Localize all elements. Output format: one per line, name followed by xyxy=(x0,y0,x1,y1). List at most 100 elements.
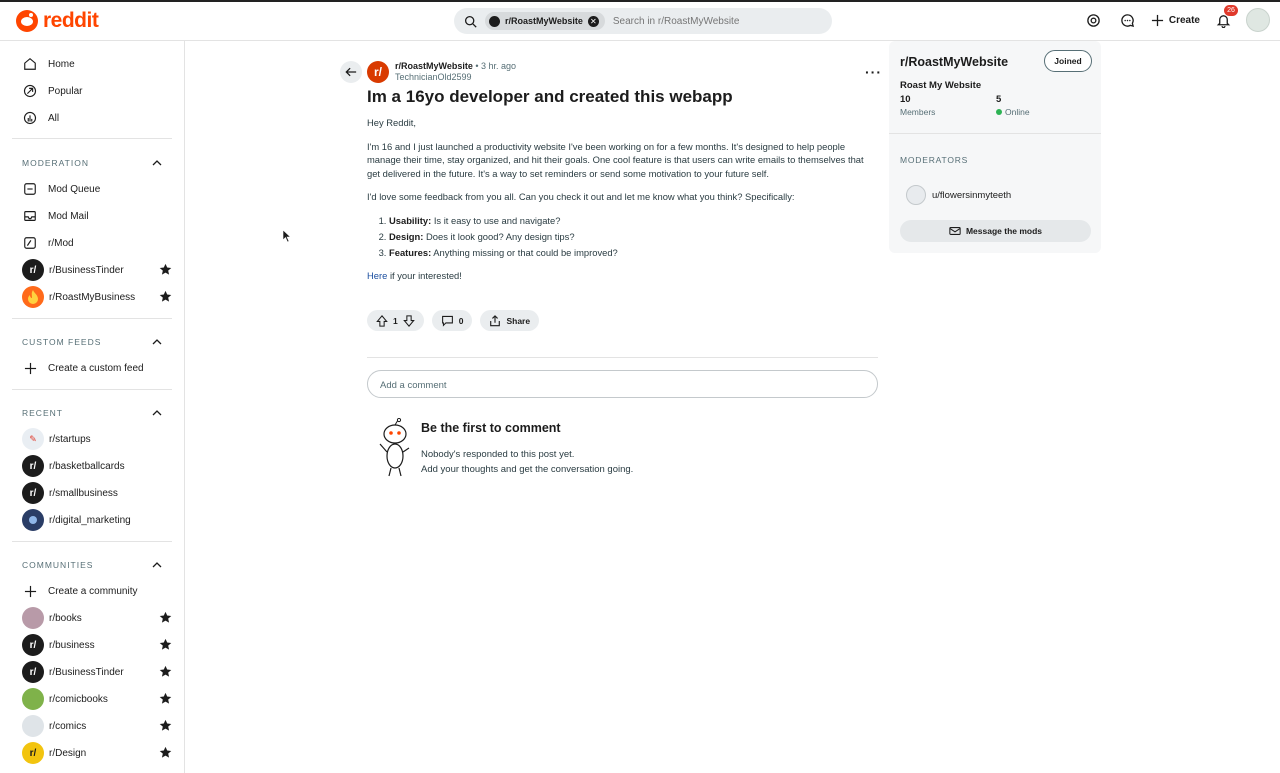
community-avatar: r/ xyxy=(22,742,44,764)
post-title: Im a 16yo developer and created this web… xyxy=(367,87,733,106)
sidebar-item-label: r/smallbusiness xyxy=(49,487,118,499)
upvote-icon[interactable] xyxy=(376,314,388,327)
post-options-icon[interactable]: ··· xyxy=(865,64,882,80)
remove-scope-icon[interactable]: ✕ xyxy=(587,15,599,27)
section-title: COMMUNITIES xyxy=(22,560,94,570)
post-closing: Here if your interested! xyxy=(367,270,462,282)
subreddit-chip-icon xyxy=(489,15,500,27)
create-community-button[interactable]: Create a community xyxy=(22,579,172,603)
star-icon[interactable] xyxy=(159,263,172,276)
recent-section-header[interactable]: RECENT xyxy=(22,408,162,418)
user-avatar[interactable] xyxy=(1246,8,1270,32)
sidebar-item-digital-marketing[interactable]: r/digital_marketing xyxy=(22,508,172,532)
sidebar-item-all[interactable]: All xyxy=(22,106,172,130)
star-icon[interactable] xyxy=(159,665,172,678)
star-icon[interactable] xyxy=(159,638,172,651)
sidebar-item-label: Home xyxy=(48,58,75,70)
community-avatar xyxy=(22,286,44,308)
search-input[interactable]: Search in r/RoastMyWebsite xyxy=(613,16,740,27)
post-subreddit-link[interactable]: r/RoastMyWebsite xyxy=(395,61,473,71)
members-count: 10 xyxy=(900,94,911,105)
communities-section-header[interactable]: COMMUNITIES xyxy=(22,560,162,570)
plus-icon xyxy=(22,583,38,599)
comments-button[interactable]: 0 xyxy=(431,310,473,331)
plus-icon xyxy=(1151,14,1163,26)
list-item: Design: Does it look good? Any design ti… xyxy=(389,230,877,244)
sidebar-item-mod-mail[interactable]: Mod Mail xyxy=(22,204,172,228)
moderation-section-header[interactable]: MODERATION xyxy=(22,158,162,168)
header-actions: Create 26 xyxy=(1083,5,1270,32)
post-greeting: Hey Reddit, xyxy=(367,117,416,128)
sidebar-item-business[interactable]: r/ r/business xyxy=(22,633,172,657)
custom-feeds-section-header[interactable]: CUSTOM FEEDS xyxy=(22,337,162,347)
sidebar-item-businesstinder-2[interactable]: r/ r/BusinessTinder xyxy=(22,660,172,684)
sidebar-item-startups[interactable]: ✎ r/startups xyxy=(22,427,172,451)
community-info-panel: r/RoastMyWebsite Joined Roast My Website… xyxy=(889,41,1101,253)
sidebar-divider xyxy=(12,389,172,390)
sidebar-item-design[interactable]: r/ r/Design xyxy=(22,741,172,765)
empty-comments-title: Be the first to comment xyxy=(421,421,561,435)
share-button[interactable]: Share xyxy=(480,310,540,331)
search-chip-label: r/RoastMyWebsite xyxy=(505,16,583,26)
feedback-list: Usability: Is it easy to use and navigat… xyxy=(389,214,877,260)
chat-button[interactable] xyxy=(1117,9,1139,31)
sidebar-item-label: r/comicbooks xyxy=(49,693,108,705)
mod-mail-icon xyxy=(22,208,38,224)
create-button[interactable]: Create xyxy=(1151,14,1200,27)
all-icon xyxy=(22,110,38,126)
sidebar-item-businesstinder[interactable]: r/ r/BusinessTinder xyxy=(22,258,172,282)
sidebar-item-books[interactable]: r/books xyxy=(22,606,172,630)
sidebar-item-basketballcards[interactable]: r/ r/basketballcards xyxy=(22,454,172,478)
star-icon[interactable] xyxy=(159,611,172,624)
community-avatar: r/ xyxy=(22,661,44,683)
star-icon[interactable] xyxy=(159,719,172,732)
sidebar-item-comicbooks[interactable]: r/comicbooks xyxy=(22,687,172,711)
star-icon[interactable] xyxy=(159,746,172,759)
sidebar-item-r-mod[interactable]: r/Mod xyxy=(22,231,172,255)
downvote-icon[interactable] xyxy=(402,314,415,327)
sidebar-item-roastmybusiness[interactable]: r/RoastMyBusiness xyxy=(22,285,172,309)
post-author-link[interactable]: TechnicianOld2599 xyxy=(395,72,472,82)
moderator-avatar xyxy=(906,185,926,205)
sidebar-item-comics[interactable]: r/comics xyxy=(22,714,172,738)
search-bar[interactable]: r/RoastMyWebsite ✕ Search in r/RoastMyWe… xyxy=(454,8,832,34)
advertise-button[interactable] xyxy=(1083,9,1105,31)
post-paragraph: I'd love some feedback from you all. Can… xyxy=(367,191,795,202)
create-custom-feed-button[interactable]: Create a custom feed xyxy=(22,356,172,380)
community-avatar: r/ xyxy=(22,634,44,656)
sidebar-item-home[interactable]: Home xyxy=(22,52,172,76)
website-link[interactable]: Here xyxy=(367,270,387,281)
community-avatar: r/ xyxy=(22,482,44,504)
sidebar-divider xyxy=(12,318,172,319)
mod-icon xyxy=(22,235,38,251)
home-icon xyxy=(22,56,38,72)
notification-badge: 26 xyxy=(1224,5,1238,16)
sidebar-item-label: r/Mod xyxy=(48,237,74,249)
joined-button[interactable]: Joined xyxy=(1044,50,1092,72)
sidebar-item-popular[interactable]: Popular xyxy=(22,79,172,103)
members-label: Members xyxy=(900,107,936,117)
vote-control: 1 xyxy=(367,310,424,331)
sidebar-item-label: r/basketballcards xyxy=(49,460,125,472)
sidebar-item-mod-queue[interactable]: Mod Queue xyxy=(22,177,172,201)
star-icon[interactable] xyxy=(159,290,172,303)
sidebar-item-label: r/Design xyxy=(49,747,87,759)
moderator-item[interactable]: u/flowersinmyteeth xyxy=(906,185,1011,205)
sidebar-item-smallbusiness[interactable]: r/ r/smallbusiness xyxy=(22,481,172,505)
add-comment-input[interactable]: Add a comment xyxy=(367,370,878,398)
subreddit-avatar[interactable]: r/ xyxy=(367,61,389,83)
sidebar-item-label: r/BusinessTinder xyxy=(49,264,124,276)
share-icon xyxy=(490,314,501,326)
community-avatar xyxy=(22,715,44,737)
star-icon[interactable] xyxy=(159,692,172,705)
community-avatar xyxy=(22,509,44,531)
notifications-button[interactable]: 26 xyxy=(1212,5,1238,31)
list-item: Usability: Is it easy to use and navigat… xyxy=(389,214,877,228)
comment-icon xyxy=(441,315,453,327)
reddit-logo[interactable]: reddit xyxy=(16,9,99,33)
message-mods-button[interactable]: Message the mods xyxy=(900,220,1091,242)
section-title: CUSTOM FEEDS xyxy=(22,337,102,347)
back-button[interactable] xyxy=(340,61,362,83)
search-scope-chip[interactable]: r/RoastMyWebsite ✕ xyxy=(485,12,605,30)
sidebar-item-label: r/RoastMyBusiness xyxy=(49,291,136,303)
